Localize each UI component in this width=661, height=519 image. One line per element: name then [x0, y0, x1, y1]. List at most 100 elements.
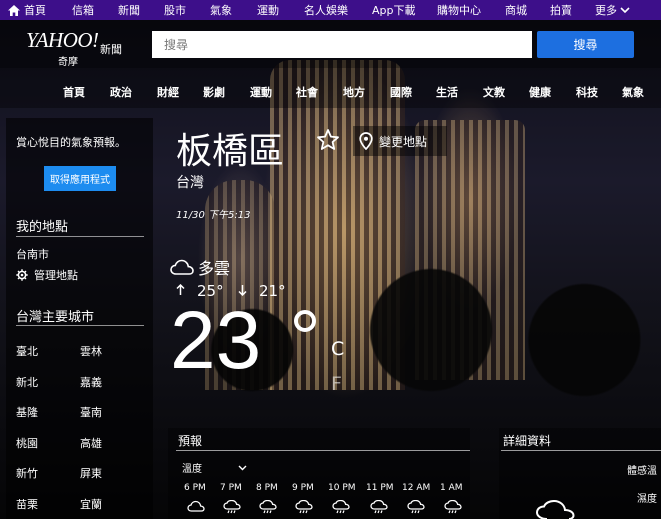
city-link-yilan[interactable]: 宜蘭	[80, 496, 102, 512]
topbar-app-download[interactable]: App下載	[372, 0, 416, 20]
category-sports[interactable]: 運動	[250, 84, 272, 100]
manage-locations-label: 管理地點	[34, 269, 78, 282]
star-icon	[317, 129, 339, 150]
topbar-mall[interactable]: 商城	[505, 0, 527, 20]
topbar-more[interactable]: 更多	[595, 0, 630, 20]
city-link-new-taipei[interactable]: 新北	[16, 374, 38, 390]
category-international[interactable]: 國際	[390, 84, 412, 100]
cloud-icon	[535, 500, 575, 519]
forecast-panel: 預報 溫度 6 PM 7 PM 8 PM 9 PM 10 PM 11 PM 12…	[168, 428, 470, 519]
forecast-title: 預報	[178, 434, 203, 448]
topbar-home-label: 首頁	[24, 4, 46, 17]
rain-cloud-icon	[407, 500, 425, 514]
category-finance[interactable]: 財經	[157, 84, 179, 100]
forecast-hour: 10 PM	[328, 483, 356, 493]
forecast-metric-select[interactable]: 溫度	[182, 460, 247, 475]
category-culture-education[interactable]: 文教	[483, 84, 505, 100]
search-button[interactable]: 搜尋	[537, 31, 634, 58]
topbar-celebrity[interactable]: 名人娛樂	[304, 0, 348, 20]
chevron-down-icon	[238, 465, 247, 470]
city-link-kaohsiung[interactable]: 高雄	[80, 435, 102, 451]
location-link-tainan[interactable]: 台南市	[16, 246, 49, 262]
category-navigation: 首頁 政治 財經 影劇 運動 社會 地方 國際 生活 文教 健康 科技 氣象	[0, 68, 661, 108]
search-input[interactable]	[152, 31, 532, 58]
topbar-shopping-center[interactable]: 購物中心	[437, 0, 481, 20]
humidity-label: 濕度	[637, 494, 657, 505]
topbar-home[interactable]: 首頁	[8, 0, 46, 20]
country-label: 台灣	[176, 175, 204, 191]
category-local[interactable]: 地方	[343, 84, 365, 100]
divider	[16, 236, 144, 237]
logo-wordmark: YAHOO!	[26, 28, 99, 52]
forecast-hour: 1 AM	[440, 483, 463, 493]
rain-cloud-icon	[332, 500, 350, 514]
city-link-taoyuan[interactable]: 桃園	[16, 435, 38, 451]
details-title: 詳細資料	[503, 434, 552, 448]
sidebar: 賞心悅目的氣象預報。 取得應用程式 我的地點 台南市 管理地點 台灣主要城市 臺…	[6, 118, 153, 519]
rain-cloud-icon	[223, 500, 241, 514]
category-home[interactable]: 首頁	[63, 84, 85, 100]
yahoo-logo[interactable]: YAHOO! 奇摩 新聞	[26, 28, 122, 68]
divider	[501, 450, 661, 451]
condition-text: 多雲	[198, 259, 231, 278]
forecast-hour: 9 PM	[292, 483, 314, 493]
category-society[interactable]: 社會	[296, 84, 318, 100]
topbar-news[interactable]: 新聞	[118, 0, 140, 20]
category-technology[interactable]: 科技	[576, 84, 598, 100]
location-title: 板橋區	[176, 131, 285, 172]
unit-celsius-toggle[interactable]: C	[331, 338, 344, 360]
city-link-tainan[interactable]: 臺南	[80, 404, 102, 420]
get-app-button[interactable]: 取得應用程式	[44, 166, 116, 191]
topbar-stocks[interactable]: 股市	[164, 0, 186, 20]
forecast-hour: 7 PM	[220, 483, 242, 493]
topbar-auction[interactable]: 拍賣	[550, 0, 572, 20]
change-location-button[interactable]: 變更地點	[353, 126, 447, 156]
forecast-hour: 8 PM	[256, 483, 278, 493]
city-link-taipei[interactable]: 臺北	[16, 343, 38, 359]
cloud-icon	[187, 500, 205, 512]
change-location-label: 變更地點	[379, 134, 428, 149]
forecast-hour: 11 PM	[366, 483, 394, 493]
city-link-keelung[interactable]: 基隆	[16, 404, 38, 420]
current-condition: 多雲	[170, 255, 230, 279]
category-health[interactable]: 健康	[529, 84, 551, 100]
current-temperature: 23	[170, 295, 262, 386]
feels-like-label: 體感溫	[627, 466, 657, 477]
rain-cloud-icon	[295, 500, 313, 514]
city-link-pingtung[interactable]: 屏東	[80, 465, 102, 481]
city-link-miaoli[interactable]: 苗栗	[16, 496, 38, 512]
category-politics[interactable]: 政治	[110, 84, 132, 100]
observation-datetime: 11/30 下午5:13	[176, 210, 251, 221]
manage-locations-link[interactable]: 管理地點	[16, 267, 78, 283]
topbar-more-label: 更多	[595, 4, 617, 17]
city-link-yunlin[interactable]: 雲林	[80, 343, 102, 359]
rain-cloud-icon	[259, 500, 277, 514]
city-link-chiayi[interactable]: 嘉義	[80, 374, 102, 390]
major-cities-heading: 台灣主要城市	[16, 310, 95, 325]
forecast-hour: 12 AM	[402, 483, 431, 493]
map-pin-icon	[359, 132, 373, 150]
my-locations-heading: 我的地點	[16, 220, 69, 235]
forecast-hour: 6 PM	[184, 483, 206, 493]
category-entertainment[interactable]: 影劇	[203, 84, 225, 100]
divider	[16, 325, 144, 326]
logo-subtitle-kimo: 奇摩	[58, 57, 78, 68]
category-weather[interactable]: 氣象	[622, 84, 644, 100]
category-life[interactable]: 生活	[436, 84, 458, 100]
topbar-sports[interactable]: 運動	[257, 0, 279, 20]
favorite-star-button[interactable]	[316, 128, 342, 154]
topbar-weather[interactable]: 氣象	[210, 0, 232, 20]
cloud-icon	[170, 259, 194, 275]
details-panel: 詳細資料 體感溫 濕度	[499, 428, 661, 519]
site-header: YAHOO! 奇摩 新聞 搜尋	[0, 20, 661, 68]
city-link-hsinchu[interactable]: 新竹	[16, 465, 38, 481]
home-icon	[8, 4, 20, 16]
unit-fahrenheit-toggle[interactable]: F	[331, 373, 342, 395]
forecast-metric-label: 溫度	[182, 464, 202, 475]
topbar-mail[interactable]: 信箱	[72, 0, 94, 20]
top-navigation-bar: 首頁 信箱 新聞 股市 氣象 運動 名人娛樂 App下載 購物中心 商城 拍賣 …	[0, 0, 661, 20]
low-temperature-value: 21°	[259, 282, 286, 300]
rain-cloud-icon	[444, 500, 462, 514]
divider	[176, 450, 470, 451]
rain-cloud-icon	[370, 500, 388, 514]
